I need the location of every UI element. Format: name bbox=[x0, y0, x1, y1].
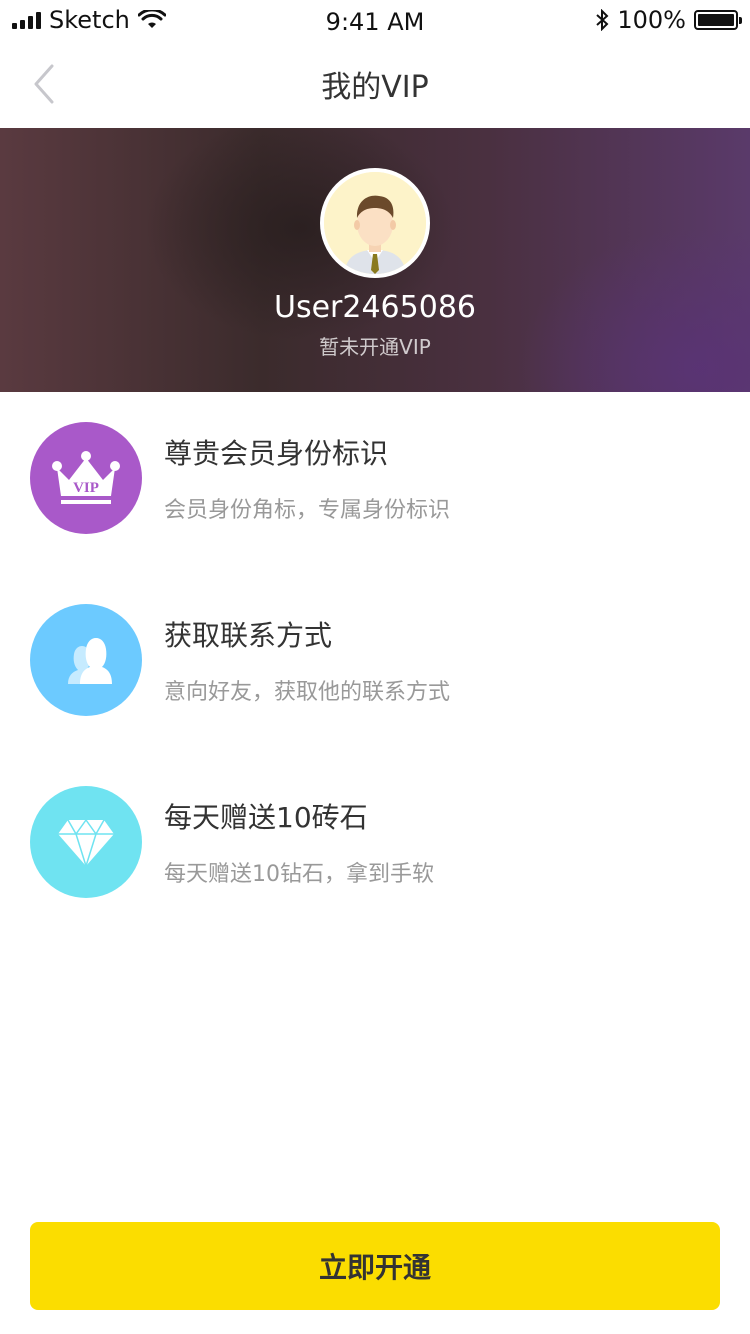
benefit-desc: 意向好友，获取他的联系方式 bbox=[164, 680, 451, 705]
activate-vip-button[interactable]: 立即开通 bbox=[30, 1222, 720, 1310]
benefit-icon-wrapper bbox=[30, 604, 142, 716]
page-title: 我的VIP bbox=[321, 70, 429, 105]
status-left: Sketch bbox=[12, 6, 166, 34]
avatar[interactable] bbox=[320, 168, 430, 278]
benefit-item-diamond: 每天赠送10砖石 每天赠送10钻石，拿到手软 bbox=[30, 786, 720, 898]
benefit-item-contacts: 获取联系方式 意向好友，获取他的联系方式 bbox=[30, 604, 720, 716]
vip-status-text: 暂未开通VIP bbox=[319, 335, 431, 359]
bluetooth-icon bbox=[596, 9, 609, 31]
back-button[interactable] bbox=[20, 60, 68, 108]
status-right: 100% bbox=[595, 6, 742, 34]
chevron-left-icon bbox=[34, 64, 54, 104]
benefit-text: 获取联系方式 意向好友，获取他的联系方式 bbox=[164, 614, 450, 706]
vip-crown-icon: VIP bbox=[52, 451, 120, 504]
benefit-desc: 会员身份角标，专属身份标识 bbox=[164, 498, 451, 523]
avatar-image bbox=[324, 172, 426, 274]
battery-icon bbox=[694, 10, 742, 30]
diamond-icon bbox=[58, 818, 114, 868]
wifi-icon bbox=[137, 10, 166, 28]
vip-badge-label: VIP bbox=[73, 480, 99, 496]
benefit-title: 每天赠送10砖石 bbox=[164, 801, 368, 834]
benefit-title: 获取联系方式 bbox=[164, 619, 333, 652]
benefit-text: 每天赠送10砖石 每天赠送10钻石，拿到手软 bbox=[164, 796, 434, 888]
benefit-icon-wrapper bbox=[30, 786, 142, 898]
nav-bar: 我的VIP bbox=[0, 40, 750, 128]
status-bar: Sketch 9:41 AM 100% bbox=[0, 0, 750, 40]
contacts-icon bbox=[68, 638, 112, 684]
battery-percent: 100% bbox=[617, 6, 686, 34]
benefit-item-identity: VIP 尊贵会员身份标识 会员身份角标，专属身份标识 bbox=[30, 422, 720, 534]
user-avatar-icon bbox=[324, 172, 426, 274]
benefit-desc: 每天赠送10钻石，拿到手软 bbox=[164, 862, 434, 887]
benefit-icon-wrapper: VIP bbox=[30, 422, 142, 534]
signal-icon bbox=[12, 11, 41, 29]
profile-banner: User2465086 暂未开通VIP bbox=[0, 128, 750, 392]
username: User2465086 bbox=[274, 290, 476, 325]
vip-page: Sketch 9:41 AM 100% 我的VIP User2465086 暂未… bbox=[0, 0, 750, 1334]
benefit-text: 尊贵会员身份标识 会员身份角标，专属身份标识 bbox=[164, 432, 450, 524]
carrier-label: Sketch bbox=[49, 6, 130, 34]
benefit-title: 尊贵会员身份标识 bbox=[164, 437, 389, 470]
battery-fill bbox=[698, 14, 734, 26]
